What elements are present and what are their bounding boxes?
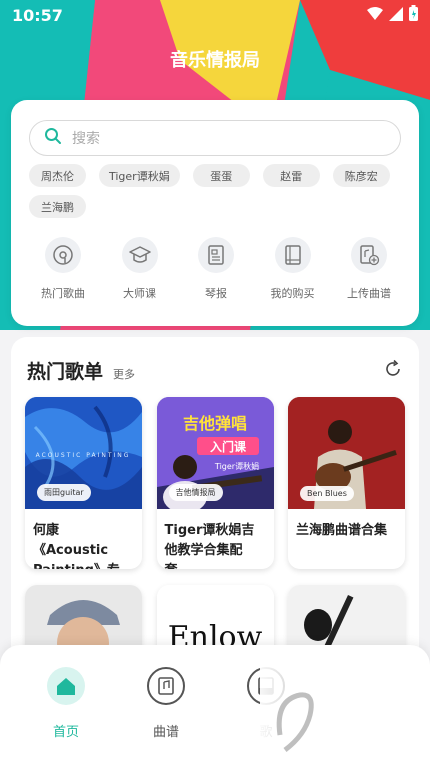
book-icon: [274, 237, 311, 273]
quick-hot-songs[interactable]: 热门歌曲: [31, 237, 95, 301]
wifi-icon: [367, 6, 383, 25]
signal-icon: [389, 6, 403, 25]
album-badge: 雨田guitar: [37, 484, 91, 501]
song-icon: [247, 667, 285, 705]
nav-label: 曲谱: [152, 725, 179, 740]
upload-score-icon: [351, 237, 387, 273]
quick-label: 上传曲谱: [347, 287, 391, 300]
tag-chip[interactable]: 陈彦宏: [332, 164, 390, 187]
cover-text: 吉他弹唱: [182, 414, 246, 433]
album-cover: ACOUSTIC PAINTING 雨田guitar: [25, 397, 142, 509]
album-card[interactable]: 吉他弹唱 入门课 Tiger谭秋娟 吉他情报局 Tiger谭秋娟吉他教学合集配套…: [156, 397, 274, 569]
section-title: 热门歌单: [27, 361, 104, 383]
cover-text: Tiger谭秋娟: [213, 461, 258, 471]
album-row: ACOUSTIC PAINTING 雨田guitar 何康《Acoustic P…: [25, 397, 405, 569]
app-title: 音乐情报局: [170, 50, 260, 71]
status-bar: 10:57: [0, 0, 430, 30]
graduation-cap-icon: [121, 237, 158, 273]
quick-label: 热门歌曲: [41, 287, 85, 300]
quick-label: 我的购买: [270, 287, 315, 300]
quick-my-purchases[interactable]: 我的购买: [261, 237, 325, 301]
bottom-nav: 首页 曲谱 歌: [0, 645, 430, 764]
album-card[interactable]: ACOUSTIC PAINTING 雨田guitar 何康《Acoustic P…: [25, 397, 142, 569]
quick-actions: 热门歌曲 大师课 琴报 我的购买 上传曲谱: [31, 237, 401, 301]
refresh-icon[interactable]: [383, 359, 403, 383]
search-input[interactable]: 搜索: [29, 120, 401, 156]
status-time: 10:57: [12, 5, 63, 25]
quick-upload-score[interactable]: 上传曲谱: [337, 237, 401, 301]
more-link[interactable]: 更多: [113, 366, 135, 382]
album-title: 何康《Acoustic Painting》专辑…: [33, 523, 120, 569]
tag-chip[interactable]: Tiger谭秋娟: [99, 164, 180, 187]
battery-icon: [409, 5, 418, 25]
tag-chip[interactable]: 赵雷: [262, 164, 320, 187]
nav-label: 首页: [52, 725, 79, 740]
nav-label: 歌: [259, 725, 273, 740]
album-title: 兰海鹏曲谱合集: [296, 523, 388, 538]
tag-chip[interactable]: 兰海鹏: [29, 195, 86, 218]
nav-home[interactable]: 首页: [36, 667, 96, 740]
cover-text: ACOUSTIC PAINTING: [36, 452, 131, 459]
tag-chip[interactable]: 蛋蛋: [192, 164, 250, 187]
album-card[interactable]: Ben Blues 兰海鹏曲谱合集: [288, 397, 405, 569]
album-badge: Ben Blues: [300, 486, 354, 501]
album-cover: Ben Blues: [288, 397, 405, 509]
album-cover: 吉他弹唱 入门课 Tiger谭秋娟 吉他情报局: [156, 397, 274, 509]
nav-songs[interactable]: 歌: [236, 667, 296, 740]
cover-text: 入门课: [209, 439, 246, 454]
search-card: 搜索 周杰伦 Tiger谭秋娟 蛋蛋 赵雷 陈彦宏 兰海鹏 热门歌曲 大师课 琴…: [11, 100, 419, 326]
nav-scores[interactable]: 曲谱: [136, 667, 196, 740]
quick-label: 琴报: [205, 287, 227, 300]
newspaper-icon: [198, 237, 234, 273]
quick-news[interactable]: 琴报: [184, 237, 248, 301]
score-icon: [147, 667, 185, 705]
quick-label: 大师课: [123, 287, 156, 300]
tag-chip[interactable]: 周杰伦: [29, 164, 86, 187]
album-badge: 吉他情报局: [168, 484, 223, 501]
music-disc-icon: [45, 237, 81, 273]
album-title: Tiger谭秋娟吉他教学合集配套…: [164, 523, 255, 569]
hot-tags: 周杰伦 Tiger谭秋娟 蛋蛋 赵雷 陈彦宏 兰海鹏: [29, 164, 409, 218]
search-placeholder: 搜索: [72, 131, 100, 147]
home-icon: [47, 667, 85, 705]
quick-master-class[interactable]: 大师课: [108, 237, 172, 301]
search-icon: [44, 127, 72, 149]
